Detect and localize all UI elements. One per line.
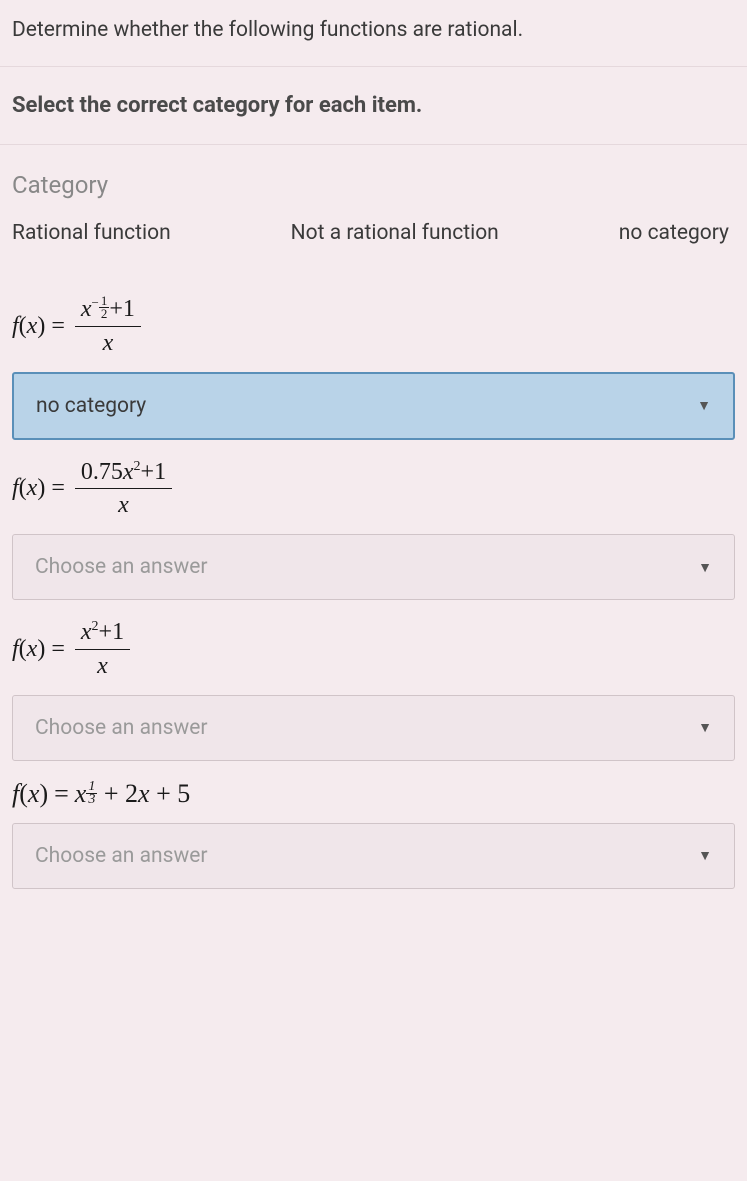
item-3-dropdown[interactable]: Choose an answer ▼ <box>12 695 735 761</box>
question-text: Determine whether the following function… <box>0 0 747 67</box>
item-1-formula: f(x)= x−12+1 x <box>12 295 735 358</box>
item-4-placeholder: Choose an answer <box>35 844 208 868</box>
instruction-text: Select the correct category for each ite… <box>0 67 747 145</box>
item-1: f(x)= x−12+1 x no category ▼ <box>12 295 735 440</box>
item-1-selected-value: no category <box>36 394 146 418</box>
chevron-down-icon: ▼ <box>697 397 711 414</box>
item-3-formula: f(x)= x2+1 x <box>12 618 735 681</box>
item-4-formula: f(x)= x13 + 2x + 5 <box>12 779 735 809</box>
category-none: no category <box>619 221 729 245</box>
category-section: Category Rational function Not a rationa… <box>0 145 747 265</box>
chevron-down-icon: ▼ <box>698 847 712 864</box>
item-1-dropdown[interactable]: no category ▼ <box>12 372 735 440</box>
category-not-rational: Not a rational function <box>291 221 499 245</box>
item-3-placeholder: Choose an answer <box>35 716 208 740</box>
item-2-dropdown[interactable]: Choose an answer ▼ <box>12 534 735 600</box>
item-4: f(x)= x13 + 2x + 5 Choose an answer ▼ <box>12 779 735 889</box>
category-label: Category <box>12 171 735 199</box>
item-2-placeholder: Choose an answer <box>35 555 208 579</box>
item-2: f(x)= 0.75x2+1 x Choose an answer ▼ <box>12 458 735 601</box>
category-rational: Rational function <box>12 221 171 245</box>
item-2-formula: f(x)= 0.75x2+1 x <box>12 458 735 521</box>
items-section: f(x)= x−12+1 x no category ▼ f(x)= 0.75x… <box>0 265 747 889</box>
chevron-down-icon: ▼ <box>698 719 712 736</box>
chevron-down-icon: ▼ <box>698 559 712 576</box>
category-options: Rational function Not a rational functio… <box>12 221 735 245</box>
item-4-dropdown[interactable]: Choose an answer ▼ <box>12 823 735 889</box>
item-3: f(x)= x2+1 x Choose an answer ▼ <box>12 618 735 761</box>
